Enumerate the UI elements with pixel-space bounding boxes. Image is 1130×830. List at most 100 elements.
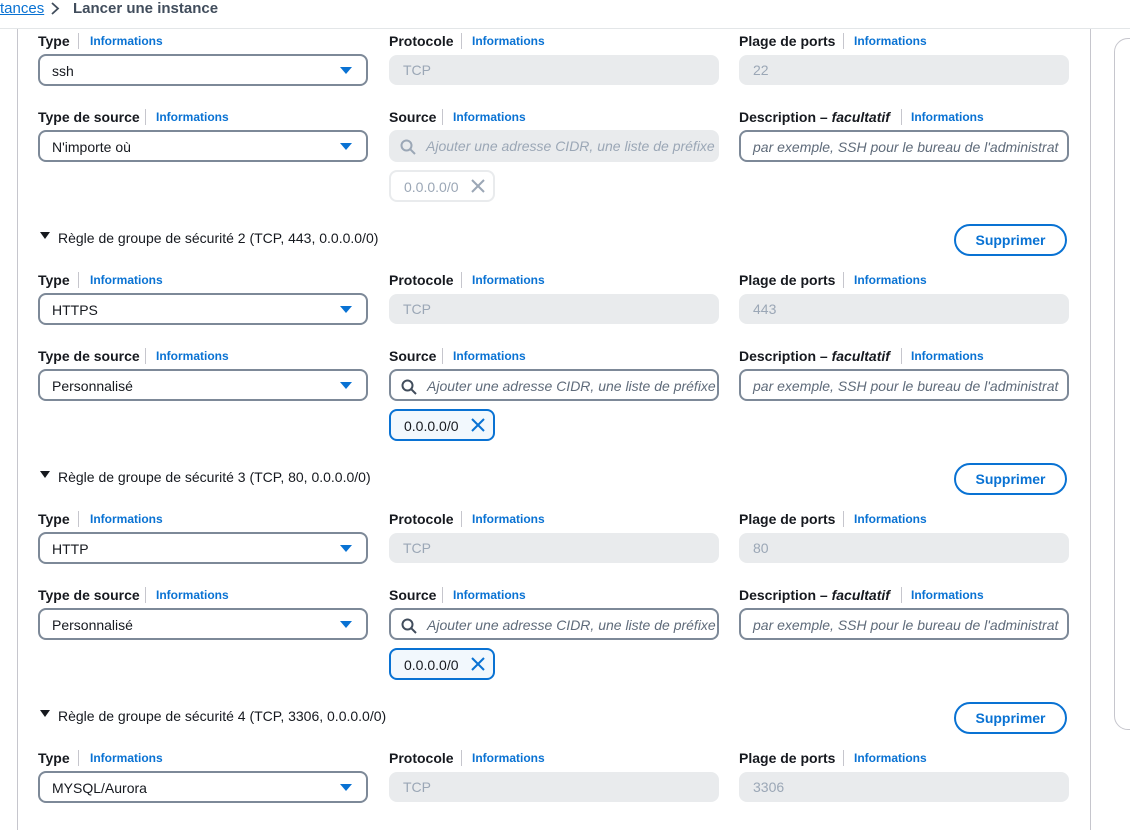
- description-dash: –: [816, 348, 832, 364]
- description-placeholder: par exemple, SSH pour le bureau de l'adm…: [753, 139, 1059, 155]
- port-range-info-link[interactable]: Informations: [854, 511, 927, 527]
- divider: [461, 272, 462, 288]
- source-cidr-token: 0.0.0.0/0: [389, 170, 495, 202]
- description-label: Description – facultatif: [739, 586, 890, 604]
- description-text: Description: [739, 348, 817, 364]
- expand-caret-icon[interactable]: [40, 471, 50, 478]
- type-select[interactable]: ssh: [38, 54, 368, 86]
- description-info-link[interactable]: Informations: [911, 109, 984, 125]
- source-placeholder: Ajouter une adresse CIDR, une liste de p…: [427, 378, 716, 394]
- protocol-field: TCP: [389, 533, 719, 563]
- breadcrumb-instances-link[interactable]: tances: [0, 0, 44, 17]
- source-search-input: Ajouter une adresse CIDR, une liste de p…: [389, 130, 719, 162]
- source-cidr-token: 0.0.0.0/0: [389, 409, 495, 441]
- divider: [461, 511, 462, 527]
- remove-rule-button[interactable]: Supprimer: [954, 702, 1067, 734]
- source-info-link[interactable]: Informations: [453, 348, 526, 364]
- divider: [145, 109, 146, 125]
- source-type-info-link[interactable]: Informations: [156, 587, 229, 603]
- token-value: 0.0.0.0/0: [404, 657, 459, 673]
- divider: [442, 348, 443, 364]
- description-input[interactable]: par exemple, SSH pour le bureau de l'adm…: [739, 369, 1069, 401]
- port-range-info-link[interactable]: Informations: [854, 750, 927, 766]
- port-range-label: Plage de ports: [739, 750, 836, 766]
- description-input[interactable]: par exemple, SSH pour le bureau de l'adm…: [739, 130, 1069, 162]
- description-label: Description – facultatif: [739, 347, 890, 365]
- source-placeholder: Ajouter une adresse CIDR, une liste de p…: [426, 138, 715, 154]
- close-icon[interactable]: [471, 418, 485, 432]
- port-range-label: Plage de ports: [739, 511, 836, 527]
- source-info-link[interactable]: Informations: [453, 109, 526, 125]
- breadcrumb-bar: tances Lancer une instance: [0, 0, 1130, 29]
- source-type-select[interactable]: N'importe où: [38, 130, 368, 162]
- divider: [145, 587, 146, 603]
- port-range-field: 3306: [739, 772, 1069, 802]
- caret-down-icon: [340, 382, 352, 389]
- divider: [78, 272, 79, 288]
- source-search-input[interactable]: Ajouter une adresse CIDR, une liste de p…: [389, 369, 719, 401]
- type-select[interactable]: HTTPS: [38, 293, 368, 325]
- source-label: Source: [389, 109, 437, 125]
- type-select[interactable]: MYSQL/Aurora: [38, 771, 368, 803]
- type-info-link[interactable]: Informations: [90, 33, 163, 49]
- search-icon: [400, 139, 416, 155]
- source-type-label: Type de source: [38, 109, 140, 125]
- caret-down-icon: [340, 621, 352, 628]
- rule-header[interactable]: Règle de groupe de sécurité 2 (TCP, 443,…: [58, 229, 378, 247]
- description-info-link[interactable]: Informations: [911, 587, 984, 603]
- divider: [461, 33, 462, 49]
- description-text: Description: [739, 587, 817, 603]
- port-range-field: 80: [739, 533, 1069, 563]
- divider: [901, 587, 902, 603]
- source-info-link[interactable]: Informations: [453, 587, 526, 603]
- source-type-info-link[interactable]: Informations: [156, 348, 229, 364]
- type-label: Type: [38, 272, 70, 288]
- divider: [901, 109, 902, 125]
- divider: [901, 348, 902, 364]
- protocol-value: TCP: [403, 62, 431, 78]
- description-info-link[interactable]: Informations: [911, 348, 984, 364]
- source-type-info-link[interactable]: Informations: [156, 109, 229, 125]
- protocol-info-link[interactable]: Informations: [472, 33, 545, 49]
- type-info-link[interactable]: Informations: [90, 511, 163, 527]
- expand-caret-icon[interactable]: [40, 232, 50, 239]
- token-value: 0.0.0.0/0: [404, 418, 459, 434]
- description-placeholder: par exemple, SSH pour le bureau de l'adm…: [753, 378, 1059, 394]
- protocol-info-link[interactable]: Informations: [472, 511, 545, 527]
- protocol-info-link[interactable]: Informations: [472, 272, 545, 288]
- description-text: Description: [739, 109, 817, 125]
- remove-rule-button[interactable]: Supprimer: [954, 224, 1067, 256]
- divider: [843, 33, 844, 49]
- divider: [843, 511, 844, 527]
- port-range-value: 80: [753, 540, 769, 556]
- protocol-value: TCP: [403, 540, 431, 556]
- type-label: Type: [38, 511, 70, 527]
- port-range-field: 443: [739, 294, 1069, 324]
- search-icon: [401, 618, 417, 634]
- port-range-label: Plage de ports: [739, 272, 836, 288]
- type-info-link[interactable]: Informations: [90, 272, 163, 288]
- source-type-select[interactable]: Personnalisé: [38, 369, 368, 401]
- close-icon[interactable]: [471, 657, 485, 671]
- protocol-info-link[interactable]: Informations: [472, 750, 545, 766]
- description-input[interactable]: par exemple, SSH pour le bureau de l'adm…: [739, 608, 1069, 640]
- rule-header[interactable]: Règle de groupe de sécurité 4 (TCP, 3306…: [58, 707, 386, 725]
- source-search-input[interactable]: Ajouter une adresse CIDR, une liste de p…: [389, 608, 719, 640]
- remove-rule-button[interactable]: Supprimer: [954, 463, 1067, 495]
- divider: [461, 750, 462, 766]
- expand-caret-icon[interactable]: [40, 710, 50, 717]
- port-range-info-link[interactable]: Informations: [854, 272, 927, 288]
- rule-header[interactable]: Règle de groupe de sécurité 3 (TCP, 80, …: [58, 468, 371, 486]
- source-type-select[interactable]: Personnalisé: [38, 608, 368, 640]
- type-info-link[interactable]: Informations: [90, 750, 163, 766]
- port-range-info-link[interactable]: Informations: [854, 33, 927, 49]
- port-range-value: 443: [753, 301, 777, 317]
- type-select[interactable]: HTTP: [38, 532, 368, 564]
- divider: [442, 109, 443, 125]
- divider: [145, 348, 146, 364]
- port-range-value: 22: [753, 62, 769, 78]
- divider: [843, 272, 844, 288]
- token-value: 0.0.0.0/0: [404, 179, 459, 195]
- description-label: Description – facultatif: [739, 108, 890, 126]
- source-type-label: Type de source: [38, 348, 140, 364]
